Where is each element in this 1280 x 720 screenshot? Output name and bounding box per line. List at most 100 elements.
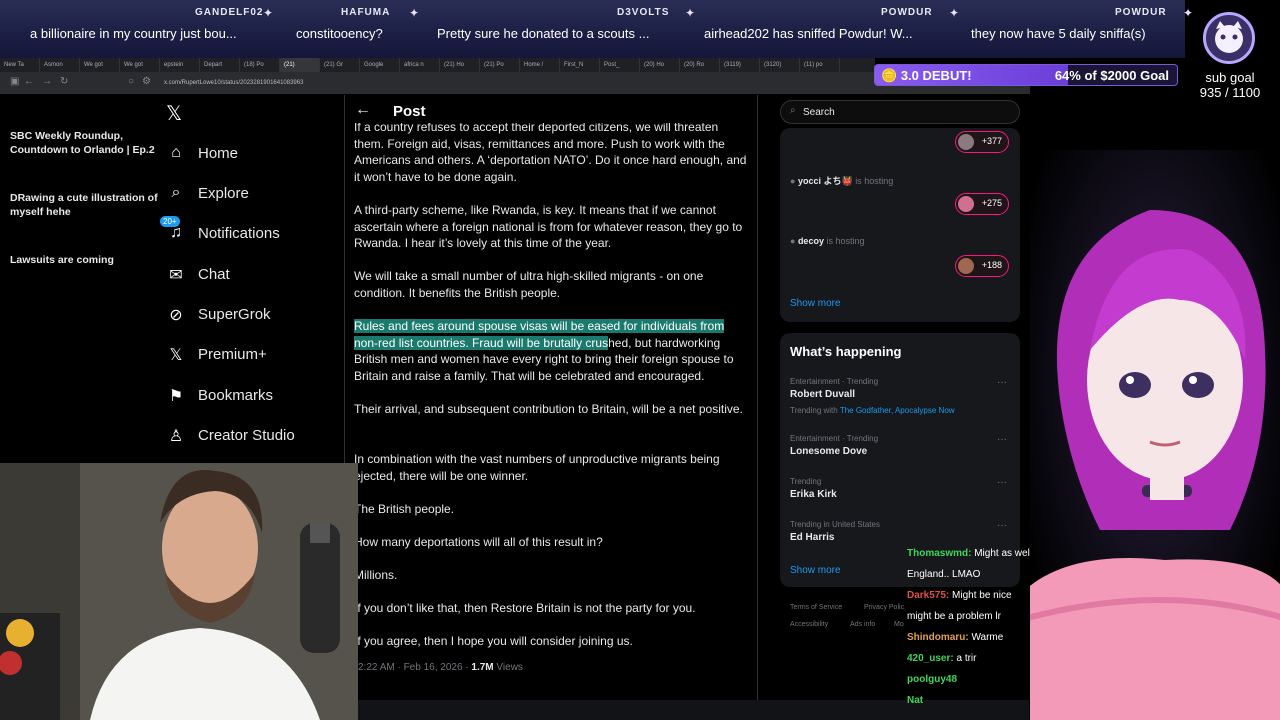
footer-link[interactable]: Privacy Polic	[864, 604, 904, 611]
chat-username: Thomaswmd:	[907, 548, 972, 559]
coin-icon: 🪙	[881, 68, 901, 83]
post-paragraph: If you don’t like that, then Restore Bri…	[354, 601, 696, 615]
space-listeners-pill[interactable]: +275	[955, 193, 1009, 215]
browser-tab[interactable]: (18) Po	[240, 58, 280, 72]
space-title[interactable]: Lawsuits are coming	[10, 253, 175, 267]
post-paragraph: In combination with the vast numbers of …	[354, 452, 720, 483]
ticker-username: GANDELF02	[195, 7, 264, 18]
chat-message: Nat	[907, 692, 923, 710]
chat-username: Dark575:	[907, 590, 950, 601]
more-options-icon[interactable]: ···	[997, 434, 1007, 445]
back-icon[interactable]: ←	[24, 76, 34, 87]
stream-chat: Thomaswmd: Might as well. England.. LMAO D…	[904, 545, 1040, 720]
chat-text: Might be nice	[949, 590, 1012, 601]
ticker-username: HAFUMA	[341, 7, 391, 18]
space-title[interactable]: SBC Weekly Roundup, Countdown to Orlando…	[10, 129, 175, 157]
sub-goal-bar: 🪙 3.0 DEBUT! 64% of $2000 Goal	[874, 64, 1178, 86]
browser-tab[interactable]: Asmon	[40, 58, 80, 72]
chat-message: Thomaswmd: Might as well.	[907, 545, 1035, 563]
sub-goal-label: sub goal 935 / 1100	[1199, 70, 1261, 100]
space-host: ● decoy is hosting	[790, 236, 865, 246]
x-logo-icon[interactable]: 𝕏	[166, 101, 186, 125]
footer-link[interactable]: Mo	[894, 621, 904, 628]
star-icon: ✦	[409, 6, 420, 20]
browser-tab[interactable]: Home /	[520, 58, 560, 72]
trend-category: Trending in United States	[790, 520, 880, 529]
forward-icon[interactable]: →	[42, 76, 52, 87]
browser-tab[interactable]: (3119)	[720, 58, 760, 72]
trend-name[interactable]: Lonesome Dove	[790, 446, 867, 457]
browser-tab[interactable]: africa n	[400, 58, 440, 72]
goal-banner-label: 🪙 3.0 DEBUT!	[881, 68, 972, 83]
post-paragraph: If you agree, then I hope you will consi…	[354, 634, 633, 648]
show-more-link[interactable]: Show more	[790, 298, 841, 309]
search-icon: ⌕	[790, 105, 796, 116]
post-paragraph: How many deportations will all of this r…	[354, 535, 603, 549]
star-icon: ✦	[1183, 6, 1194, 20]
space-title[interactable]: DRawing a cute illustration of myself he…	[10, 191, 175, 219]
chat-text: might be a problem lr	[907, 611, 1001, 622]
browser-tab[interactable]: Google	[360, 58, 400, 72]
browser-tab[interactable]: (21)	[280, 58, 320, 72]
url-field[interactable]: x.com/RupertLowe10/status/20232819016410…	[160, 76, 620, 90]
footer-link[interactable]: Ads info	[850, 621, 875, 628]
chat-text: Might as well.	[971, 548, 1035, 559]
post-paragraph: If a country refuses to accept their dep…	[354, 120, 747, 185]
creator-studio-icon: ♙	[168, 428, 184, 445]
browser-tab[interactable]: We got	[80, 58, 120, 72]
footer-link[interactable]: Accessibility	[790, 621, 828, 628]
trend-name[interactable]: Erika Kirk	[790, 489, 837, 500]
ticker-message: they now have 5 daily sniffa(s)	[971, 26, 1146, 41]
post-paragraph: Their arrival, and subsequent contributi…	[354, 402, 743, 416]
chat-message: Dark575: Might be nice	[907, 587, 1012, 605]
back-arrow-icon[interactable]: ←	[355, 101, 371, 119]
trend-category: Entertainment · Trending	[790, 434, 879, 443]
chat-message: poolguy48	[907, 671, 957, 689]
browser-tab[interactable]: (21) Gr	[320, 58, 360, 72]
star-icon: ✦	[685, 6, 696, 20]
browser-tab[interactable]: (21) Po	[480, 58, 520, 72]
trend-name[interactable]: Ed Harris	[790, 532, 834, 543]
browser-tab[interactable]: Post_	[600, 58, 640, 72]
more-options-icon[interactable]: ···	[997, 477, 1007, 488]
star-icon: ✦	[263, 6, 274, 20]
reload-icon[interactable]: ↻	[60, 76, 68, 87]
goal-progress-text: 64% of $2000 Goal	[1054, 68, 1169, 83]
browser-tab[interactable]: Depart	[200, 58, 240, 72]
more-options-icon[interactable]: ···	[997, 377, 1007, 388]
space-listeners-pill[interactable]: +377	[955, 131, 1009, 153]
show-more-link[interactable]: Show more	[790, 565, 841, 576]
mail-icon: ✉	[169, 267, 183, 284]
sidebar-toggle-icon[interactable]: ▣	[10, 76, 19, 87]
post-paragraph: The British people.	[354, 502, 455, 516]
site-settings-icon[interactable]: ⚙	[142, 76, 151, 87]
more-options-icon[interactable]: ···	[997, 520, 1007, 531]
x-premium-icon: 𝕏	[169, 347, 183, 364]
stream-frame: { "ticker": [ {"user": "", "message": "a…	[0, 0, 1280, 720]
chat-username: poolguy48	[907, 674, 958, 685]
search-input[interactable]: ⌕ Search	[780, 100, 1020, 124]
ticker-username: POWDUR	[1115, 7, 1167, 18]
browser-tab[interactable]: We got	[120, 58, 160, 72]
ticker-username: POWDUR	[881, 7, 933, 18]
browser-tab[interactable]: (3120)	[760, 58, 800, 72]
ticker-message: airhead202 has sniffed Powdur! W...	[704, 26, 913, 41]
browser-tab[interactable]: epstein	[160, 58, 200, 72]
footer-link[interactable]: Terms of Service	[790, 604, 842, 611]
browser-tab[interactable]: (21) Ho	[440, 58, 480, 72]
browser-tab[interactable]: First_N	[560, 58, 600, 72]
trend-category: Trending	[790, 477, 822, 486]
column-divider	[757, 95, 758, 700]
browser-tab[interactable]: (11) po	[800, 58, 840, 72]
trend-name[interactable]: Robert Duvall	[790, 389, 855, 400]
chat-text: a trir	[953, 653, 977, 664]
avatar: ●	[790, 176, 798, 186]
ticker-message: a billionaire in my country just bou...	[30, 26, 237, 41]
browser-tab[interactable]: New Ta	[0, 58, 40, 72]
spaces-card	[780, 128, 1020, 322]
webcam-feed	[0, 463, 358, 720]
space-listeners-pill[interactable]: +188	[955, 255, 1009, 277]
avatar	[958, 258, 974, 274]
browser-tab[interactable]: (20) Ho	[640, 58, 680, 72]
browser-tab[interactable]: (20) Ro	[680, 58, 720, 72]
